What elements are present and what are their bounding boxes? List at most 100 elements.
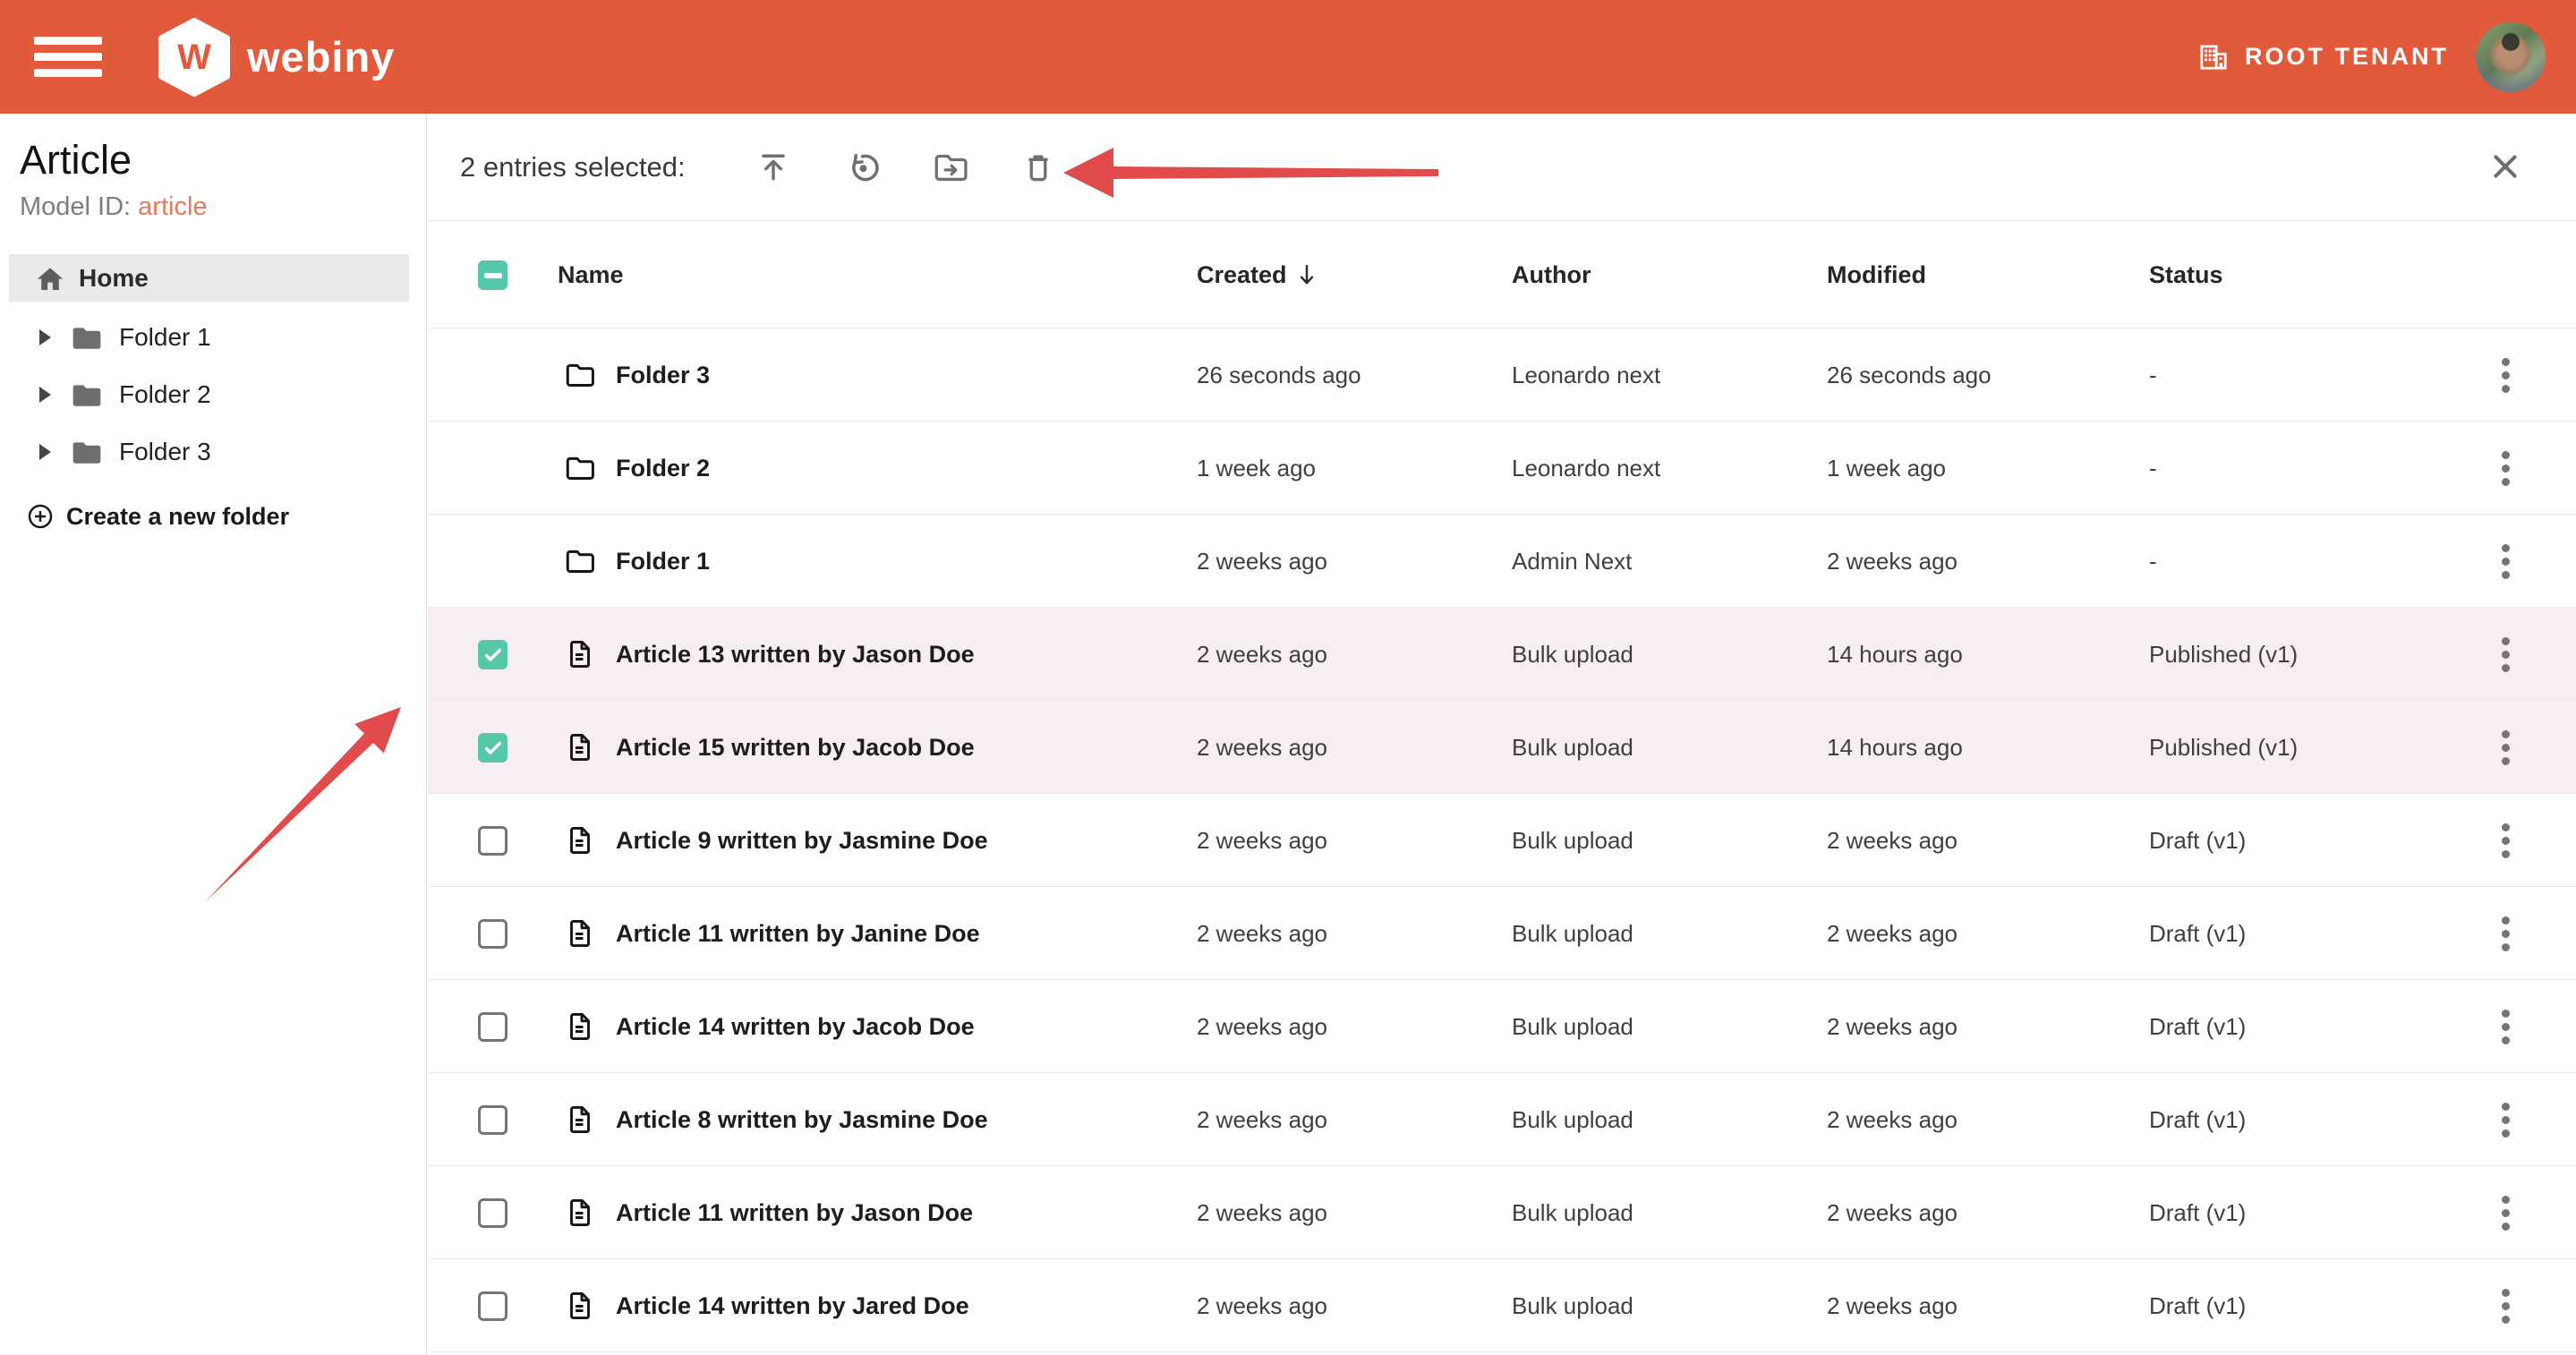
move-to-folder-button[interactable] <box>929 146 972 189</box>
row-status: - <box>2149 422 2157 515</box>
row-checkbox[interactable] <box>478 1105 508 1135</box>
column-header-created[interactable]: Created <box>1197 221 1318 328</box>
tenant-selector[interactable]: ROOT TENANT <box>2196 40 2449 74</box>
row-menu-button[interactable] <box>2484 1005 2527 1048</box>
create-folder-label: Create a new folder <box>66 503 289 531</box>
row-created: 2 weeks ago <box>1197 1073 1327 1166</box>
table-row[interactable]: Article 9 written by Jasmine Doe 2 weeks … <box>428 794 2576 887</box>
row-name[interactable]: Folder 3 <box>616 328 710 422</box>
expand-caret-icon[interactable] <box>39 329 51 345</box>
row-menu-button[interactable] <box>2484 912 2527 955</box>
row-checkbox[interactable] <box>478 1198 508 1228</box>
row-author: Bulk upload <box>1512 1259 1633 1352</box>
delete-button[interactable] <box>1017 146 1060 189</box>
table-row[interactable]: Article 14 written by Jacob Doe2 weeks a… <box>428 980 2576 1073</box>
row-checkbox[interactable] <box>478 640 508 669</box>
row-name[interactable]: Folder 2 <box>616 422 710 515</box>
row-author: Bulk upload <box>1512 794 1633 887</box>
row-created: 2 weeks ago <box>1197 794 1327 887</box>
row-menu-button[interactable] <box>2484 447 2527 490</box>
row-menu-button[interactable] <box>2484 633 2527 676</box>
document-icon <box>564 1290 594 1322</box>
row-status: - <box>2149 515 2157 608</box>
row-created: 2 weeks ago <box>1197 1259 1327 1352</box>
column-header-author: Author <box>1512 221 1591 328</box>
table-row[interactable]: Article 11 written by Janine Doe2 weeks … <box>428 887 2576 980</box>
row-menu-button[interactable] <box>2484 726 2527 769</box>
sidebar-item-folder[interactable]: Folder 1 <box>0 309 426 366</box>
row-name[interactable]: Article 8 written by Jasmine Doe <box>616 1073 988 1166</box>
row-status: Draft (v1) <box>2149 887 2246 980</box>
row-checkbox[interactable] <box>478 1012 508 1042</box>
unpublish-button[interactable] <box>841 146 884 189</box>
row-modified: 2 weeks ago <box>1827 794 1958 887</box>
row-modified: 2 weeks ago <box>1827 1259 1958 1352</box>
row-name[interactable]: Article 11 written by Jason Doe <box>616 1166 973 1259</box>
row-name[interactable]: Folder 1 <box>616 515 710 608</box>
svg-text:W: W <box>177 38 211 77</box>
table-row[interactable]: Folder 12 weeks agoAdmin Next2 weeks ago… <box>428 515 2576 608</box>
sidebar-item-home[interactable]: Home <box>9 254 409 302</box>
publish-button[interactable] <box>752 146 795 189</box>
row-name[interactable]: Article 13 written by Jason Doe <box>616 608 975 701</box>
menu-icon[interactable] <box>34 34 102 81</box>
row-name[interactable]: Article 11 written by Janine Doe <box>616 887 980 980</box>
row-author: Bulk upload <box>1512 1166 1633 1259</box>
row-menu-button[interactable] <box>2484 1191 2527 1234</box>
table-row[interactable]: Article 14 written by Jared Doe 2 weeks a… <box>428 1259 2576 1352</box>
row-name[interactable]: Article 14 written by Jared Doe <box>616 1259 969 1352</box>
publish-icon <box>755 149 791 185</box>
row-status: Published (v1) <box>2149 608 2298 701</box>
row-name[interactable]: Article 14 written by Jacob Doe <box>616 980 975 1073</box>
sort-desc-icon <box>1296 263 1318 286</box>
row-checkbox[interactable] <box>478 733 508 763</box>
webiny-hexagon-icon: W <box>158 18 231 97</box>
page-title: Article <box>20 137 426 183</box>
table-row[interactable]: Folder 21 week agoLeonardo next1 week ag… <box>428 422 2576 515</box>
trash-icon <box>1020 149 1056 185</box>
create-folder-button[interactable]: Create a new folder <box>0 493 426 540</box>
document-icon <box>564 917 594 950</box>
row-status: Draft (v1) <box>2149 1073 2246 1166</box>
row-author: Bulk upload <box>1512 980 1633 1073</box>
row-menu-button[interactable] <box>2484 819 2527 862</box>
row-checkbox[interactable] <box>478 919 508 949</box>
table-row[interactable]: Article 11 written by Jason Doe 2 weeks a… <box>428 1166 2576 1259</box>
sidebar-item-folder[interactable]: Folder 3 <box>0 423 426 481</box>
row-name[interactable]: Article 15 written by Jacob Doe <box>616 701 975 794</box>
row-menu-button[interactable] <box>2484 1284 2527 1327</box>
table-row[interactable]: Folder 3 26 seconds ago Leonardo next 26 se… <box>428 328 2576 422</box>
row-checkbox[interactable] <box>478 826 508 856</box>
table-row[interactable]: Article 15 written by Jacob Doe2 weeks a… <box>428 701 2576 794</box>
row-author: Leonardo next <box>1512 328 1660 422</box>
expand-caret-icon[interactable] <box>39 387 51 403</box>
row-menu-button[interactable] <box>2484 1098 2527 1141</box>
row-author: Leonardo next <box>1512 422 1660 515</box>
webiny-logo[interactable]: W webiny <box>158 18 395 97</box>
column-header-modified: Modified <box>1827 221 1926 328</box>
close-selection-button[interactable] <box>2484 146 2527 189</box>
home-icon <box>36 265 64 292</box>
row-modified: 26 seconds ago <box>1827 328 1992 422</box>
table-row[interactable]: Article 13 written by Jason Doe 2 weeks a… <box>428 608 2576 701</box>
table-body: Folder 3 26 seconds ago Leonardo next 26 se… <box>428 328 2576 1352</box>
row-checkbox[interactable] <box>478 1291 508 1321</box>
row-author: Bulk upload <box>1512 1073 1633 1166</box>
row-menu-button[interactable] <box>2484 354 2527 396</box>
row-author: Bulk upload <box>1512 701 1633 794</box>
row-created: 26 seconds ago <box>1197 328 1361 422</box>
folder-filled-icon <box>71 323 103 352</box>
table-row[interactable]: Article 8 written by Jasmine Doe 2 weeks … <box>428 1073 2576 1166</box>
row-menu-button[interactable] <box>2484 540 2527 583</box>
move-to-folder-icon <box>932 149 969 186</box>
expand-caret-icon[interactable] <box>39 444 51 460</box>
row-name[interactable]: Article 9 written by Jasmine Doe <box>616 794 988 887</box>
select-all-checkbox[interactable] <box>478 260 508 290</box>
folder-icon <box>564 359 596 389</box>
app-root: W webiny <box>0 0 2576 1355</box>
avatar[interactable] <box>2476 22 2546 92</box>
row-created: 1 week ago <box>1197 422 1316 515</box>
row-created: 2 weeks ago <box>1197 1166 1327 1259</box>
sidebar-item-folder[interactable]: Folder 2 <box>0 366 426 423</box>
row-created: 2 weeks ago <box>1197 608 1327 701</box>
